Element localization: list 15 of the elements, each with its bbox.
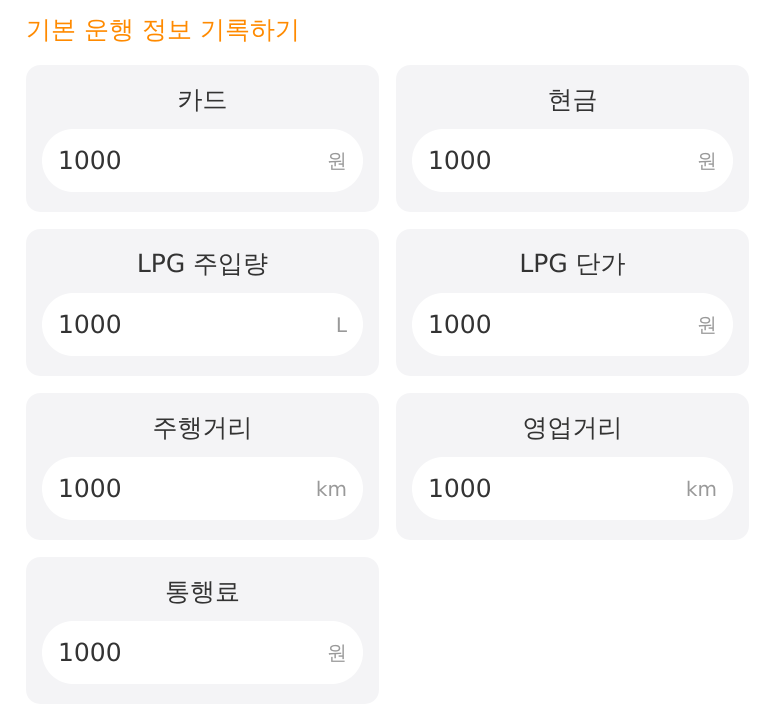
unit-label: L: [336, 312, 347, 336]
unit-label: 원: [327, 147, 347, 174]
field-label: LPG 단가: [519, 248, 626, 280]
unit-label: 원: [697, 147, 717, 174]
unit-label: km: [686, 476, 717, 500]
section-title: 기본 운행 정보 기록하기: [26, 14, 301, 46]
field-label: 영업거리: [522, 412, 622, 444]
field-label: 통행료: [165, 576, 240, 608]
unit-label: 원: [697, 311, 717, 338]
field-label: 카드: [178, 84, 228, 116]
unit-label: 원: [327, 639, 347, 666]
unit-label: km: [316, 476, 347, 500]
field-label: LPG 주입량: [136, 248, 268, 280]
field-label: 주행거리: [152, 412, 252, 444]
field-label: 현금: [548, 84, 598, 116]
